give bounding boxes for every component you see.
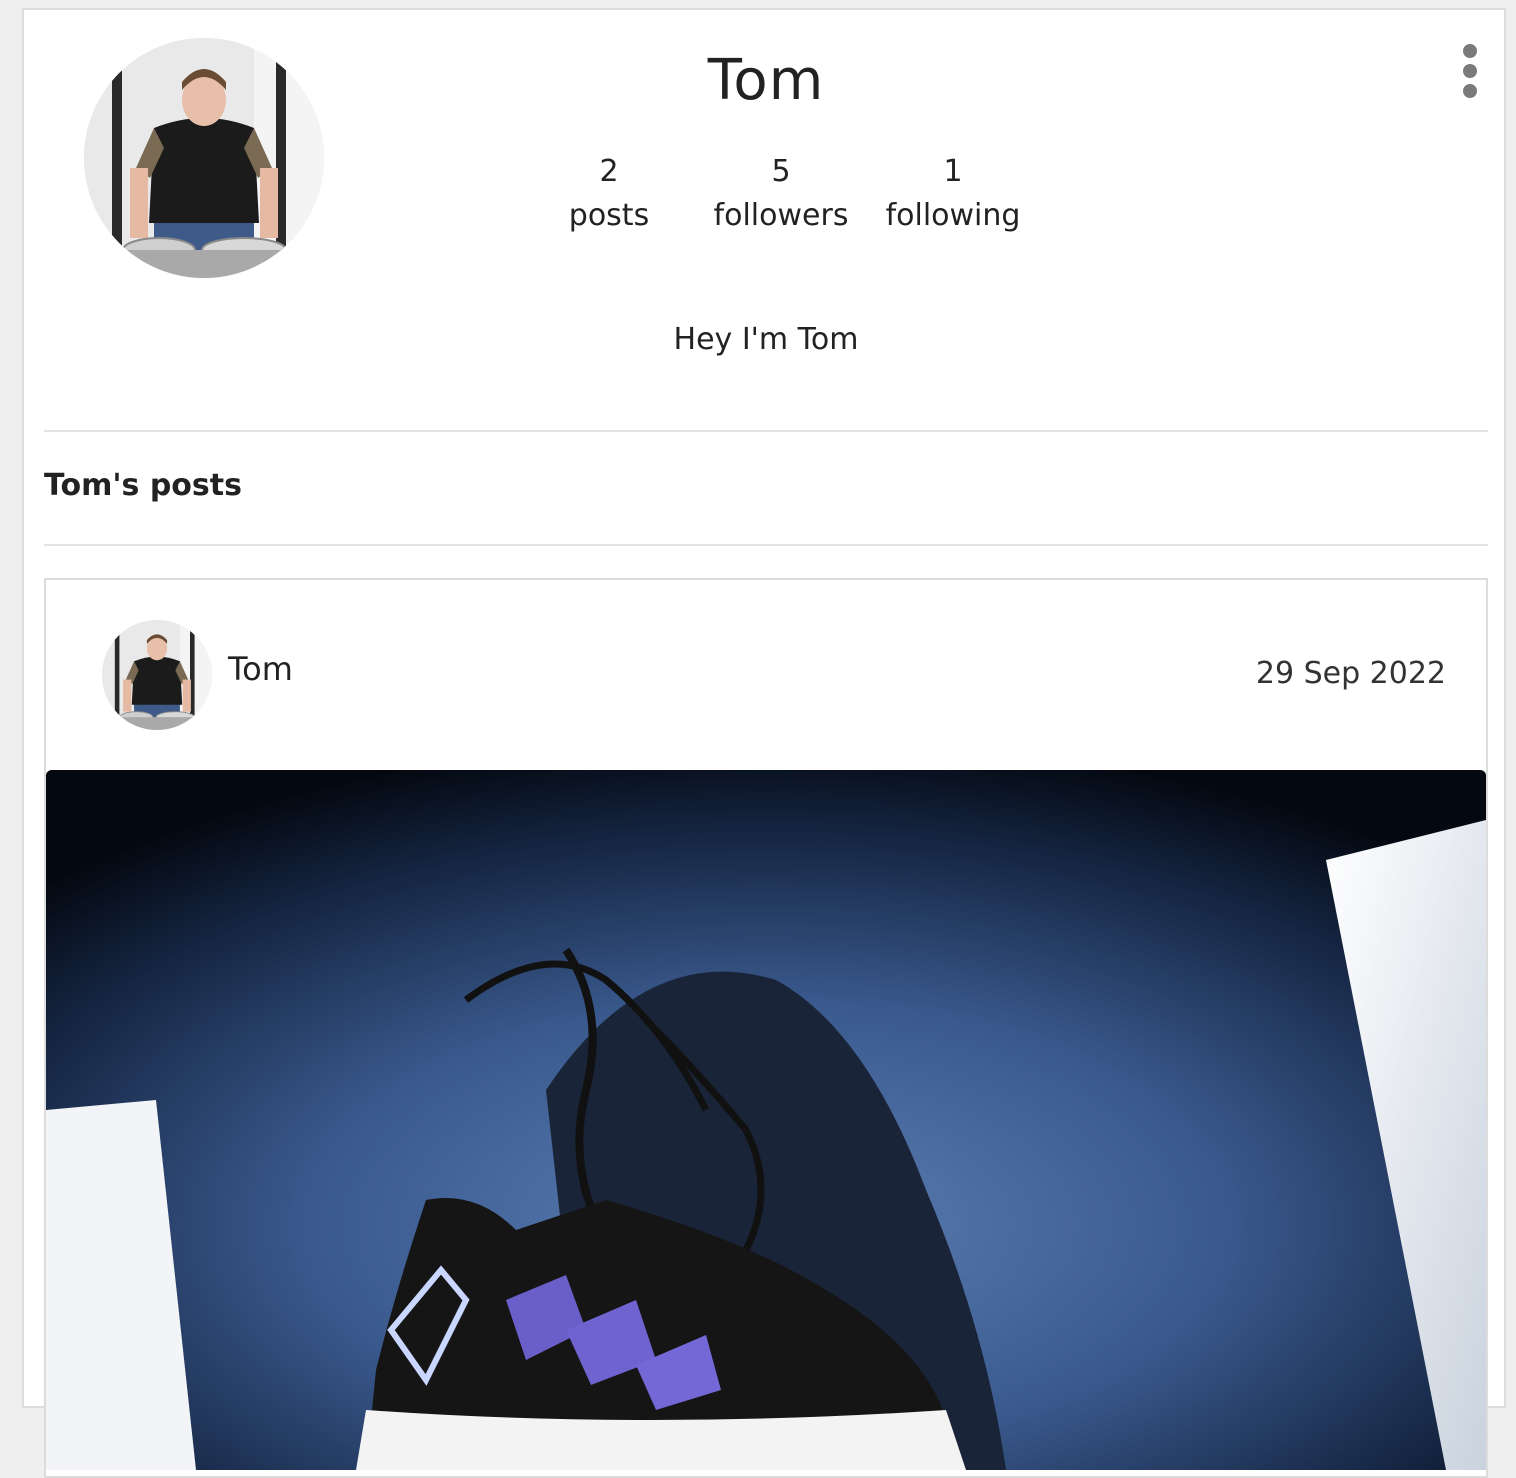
stat-following[interactable]: 1 following	[868, 150, 1038, 238]
post-author-name[interactable]: Tom	[228, 650, 293, 688]
posts-section-title: Tom's posts	[44, 468, 242, 503]
stat-posts[interactable]: 2 posts	[524, 150, 694, 238]
stat-following-count: 1	[943, 154, 963, 189]
post-image[interactable]	[46, 770, 1486, 1470]
menu-dot	[1463, 64, 1477, 78]
divider	[44, 430, 1488, 432]
profile-stats: 2 posts 5 followers 1 following	[524, 150, 1044, 250]
more-vertical-icon[interactable]	[1458, 44, 1482, 100]
post-card: Tom 29 Sep 2022	[44, 578, 1488, 1478]
stat-followers[interactable]: 5 followers	[696, 150, 866, 238]
menu-dot	[1463, 44, 1477, 58]
stat-following-label: following	[885, 198, 1021, 233]
stat-followers-count: 5	[771, 154, 791, 189]
post-author-avatar[interactable]	[102, 620, 212, 730]
divider	[44, 544, 1488, 546]
stat-followers-label: followers	[713, 198, 849, 233]
menu-dot	[1463, 84, 1477, 98]
stat-posts-label: posts	[568, 198, 650, 233]
post-date: 29 Sep 2022	[1255, 656, 1446, 691]
profile-bio: Hey I'm Tom	[673, 322, 859, 357]
stat-posts-count: 2	[599, 154, 619, 189]
profile-name: Tom	[707, 48, 825, 113]
profile-card: Tom 2 posts 5 followers 1 following Hey …	[22, 8, 1506, 1478]
